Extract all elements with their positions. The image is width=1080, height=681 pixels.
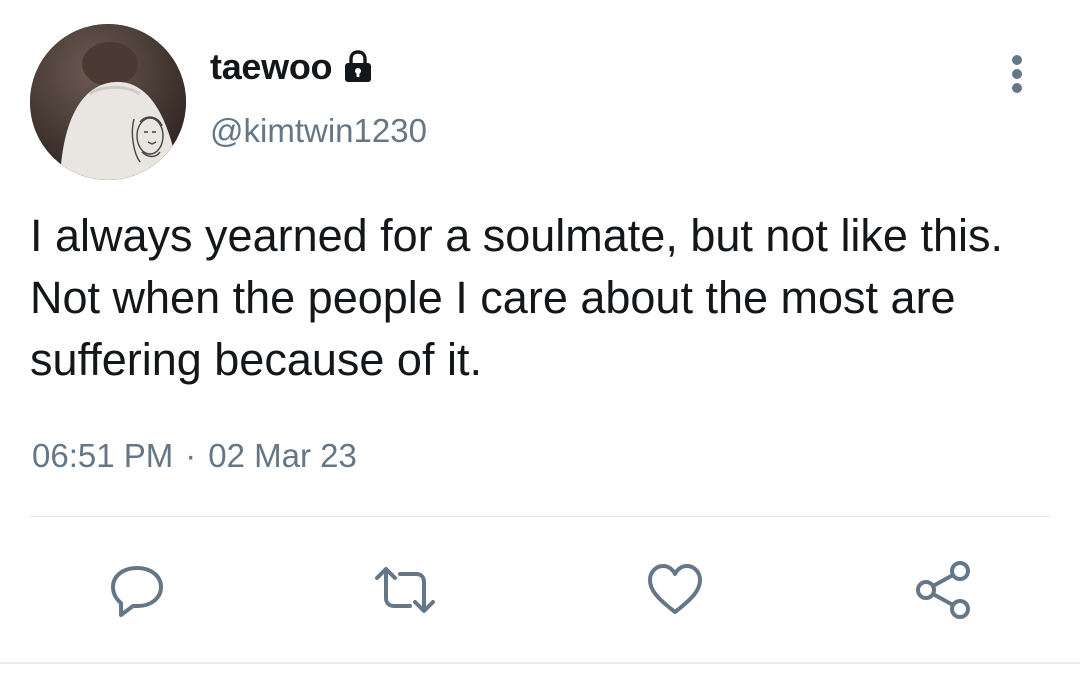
reply-button[interactable] [107,560,167,620]
like-button[interactable] [645,560,705,620]
meta-separator: · [185,437,197,474]
bottom-divider [0,662,1080,664]
more-vertical-icon[interactable] [1004,52,1030,96]
user-handle[interactable]: @kimtwin1230 [210,112,427,150]
tweet-date: 02 Mar 23 [208,437,357,474]
display-name[interactable]: taewoo [210,46,333,88]
tweet-timestamp: 06:51 PM · 02 Mar 23 [32,437,357,475]
divider [30,516,1050,517]
lock-icon [342,50,374,84]
display-name-row: taewoo [210,44,374,90]
tweet-text: I always yearned for a soulmate, but not… [30,210,1003,385]
retweet-button[interactable] [372,560,435,620]
heart-icon [648,564,702,614]
share-icon [916,561,970,619]
retweet-icon [375,567,435,613]
avatar-image [30,24,186,180]
avatar[interactable] [30,24,186,180]
reply-icon [111,566,163,617]
tweet-card: taewoo @kimtwin1230 I always yearned for… [0,0,1080,681]
share-button[interactable] [912,560,972,620]
tweet-time: 06:51 PM [32,437,174,474]
